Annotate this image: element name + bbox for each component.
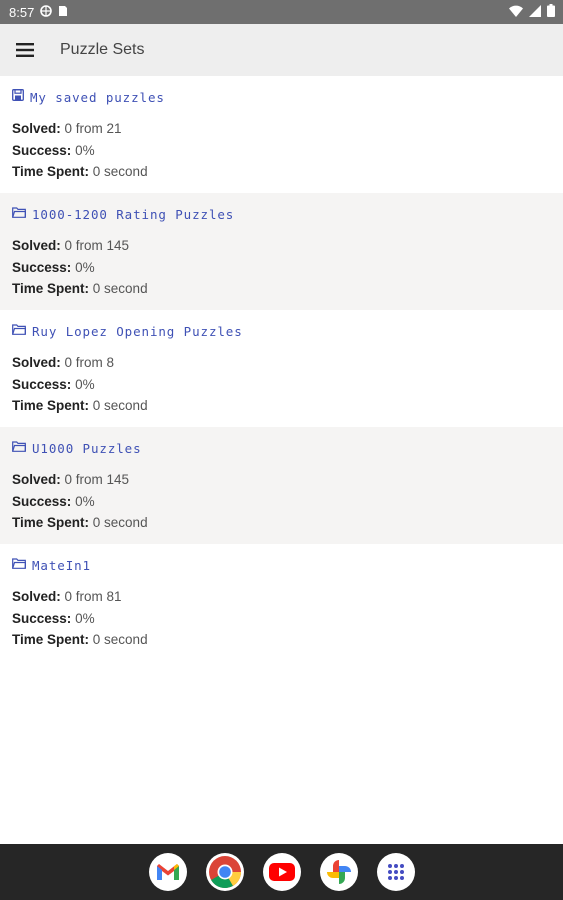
puzzle-set-item[interactable]: U1000 Puzzles Solved: 0 from 145 Success… (0, 427, 563, 544)
solved-label: Solved: (12, 355, 61, 370)
puzzle-set-item[interactable]: Ruy Lopez Opening Puzzles Solved: 0 from… (0, 310, 563, 427)
solved-label: Solved: (12, 121, 61, 136)
puzzle-set-item[interactable]: MateIn1 Solved: 0 from 81 Success: 0% Ti… (0, 544, 563, 661)
battery-icon (547, 4, 555, 20)
puzzle-set-item[interactable]: 1000-1200 Rating Puzzles Solved: 0 from … (0, 193, 563, 310)
puzzle-set-name: 1000-1200 Rating Puzzles (32, 206, 235, 222)
sim-card-icon (58, 5, 68, 20)
hamburger-menu-icon[interactable] (0, 24, 50, 76)
time-spent-label: Time Spent: (12, 281, 90, 296)
puzzle-set-name: U1000 Puzzles (32, 440, 142, 456)
success-value: 0% (75, 259, 95, 275)
time-spent-value: 0 second (92, 281, 148, 296)
time-spent-value: 0 second (92, 398, 148, 413)
success-value: 0% (75, 376, 95, 392)
status-bar: 8:57 (0, 0, 563, 24)
solved-value: 0 from 8 (64, 355, 115, 370)
folder-icon (12, 556, 27, 574)
puzzle-set-name: Ruy Lopez Opening Puzzles (32, 323, 243, 339)
chrome-icon[interactable] (205, 853, 244, 891)
status-time: 8:57 (9, 4, 35, 20)
solved-label: Solved: (12, 589, 61, 604)
youtube-icon[interactable] (262, 853, 301, 891)
puzzle-set-name: MateIn1 (32, 557, 91, 573)
puzzle-set-list: My saved puzzles Solved: 0 from 21 Succe… (0, 76, 563, 661)
app-drawer-icon[interactable] (376, 853, 415, 891)
save-icon (12, 88, 24, 106)
solved-value: 0 from 145 (64, 472, 130, 487)
success-value: 0% (75, 142, 95, 158)
success-label: Success: (12, 493, 72, 509)
dock (0, 844, 563, 900)
folder-icon (12, 205, 27, 223)
time-spent-value: 0 second (92, 632, 148, 647)
solved-value: 0 from 81 (64, 589, 122, 604)
time-spent-label: Time Spent: (12, 632, 90, 647)
success-label: Success: (12, 142, 72, 158)
page-title: Puzzle Sets (60, 41, 145, 58)
success-label: Success: (12, 259, 72, 275)
gmail-icon[interactable] (148, 853, 187, 891)
time-spent-value: 0 second (92, 164, 148, 179)
folder-icon (12, 322, 27, 340)
success-value: 0% (75, 493, 95, 509)
success-label: Success: (12, 376, 72, 392)
signal-icon (529, 4, 541, 20)
folder-icon (12, 439, 27, 457)
success-value: 0% (75, 610, 95, 626)
solved-value: 0 from 145 (64, 238, 130, 253)
time-spent-value: 0 second (92, 515, 148, 530)
wifi-icon (509, 5, 523, 20)
solved-value: 0 from 21 (64, 121, 122, 136)
puzzle-set-item[interactable]: My saved puzzles Solved: 0 from 21 Succe… (0, 76, 563, 193)
time-spent-label: Time Spent: (12, 515, 90, 530)
vpn-icon (40, 4, 53, 20)
success-label: Success: (12, 610, 72, 626)
solved-label: Solved: (12, 238, 61, 253)
time-spent-label: Time Spent: (12, 398, 90, 413)
solved-label: Solved: (12, 472, 61, 487)
photos-icon[interactable] (319, 853, 358, 891)
app-bar: Puzzle Sets (0, 24, 563, 76)
time-spent-label: Time Spent: (12, 164, 90, 179)
puzzle-set-name: My saved puzzles (30, 89, 165, 105)
